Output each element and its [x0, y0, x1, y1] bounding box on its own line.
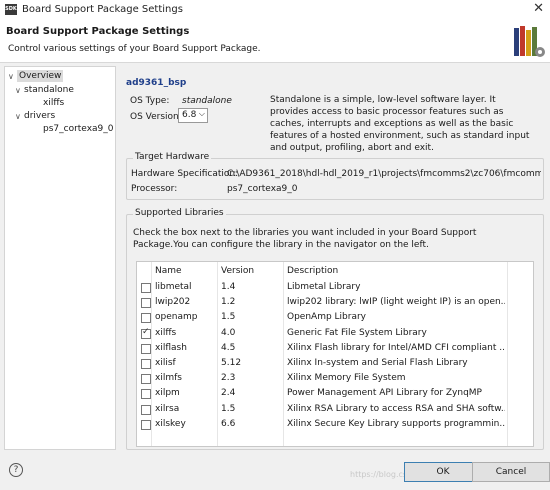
- column-header-version[interactable]: Version: [221, 266, 254, 276]
- library-name: openamp: [155, 312, 198, 323]
- library-description: Libmetal Library: [287, 282, 361, 292]
- library-version: 2.3: [221, 373, 236, 384]
- tree-item-drivers[interactable]: drivers: [24, 111, 55, 121]
- library-version: 1.5: [221, 312, 236, 323]
- hardware-spec-label: Hardware Specification:: [131, 169, 239, 179]
- processor-value: ps7_cortexa9_0: [227, 184, 298, 194]
- os-description: Standalone is a simple, low-level softwa…: [270, 95, 530, 153]
- library-name: xilffs: [155, 327, 177, 338]
- library-name: xilpm: [155, 388, 180, 399]
- checkmark-icon: ✓: [142, 326, 150, 337]
- checkbox-icon[interactable]: [141, 298, 151, 309]
- close-icon[interactable]: ✕: [533, 1, 544, 16]
- dialog-header: Board Support Package Settings Control v…: [0, 20, 550, 63]
- library-description: Xilinx Flash library for Intel/AMD CFI c…: [287, 342, 505, 353]
- tree-item-label: xilffs: [43, 98, 65, 108]
- books-icon: [514, 26, 545, 57]
- group-title: Supported Libraries: [133, 208, 226, 218]
- library-version: 1.4: [221, 282, 236, 292]
- tree-item-standalone[interactable]: standalone: [24, 85, 74, 95]
- tree-item-ps7-cortexa9-0[interactable]: ps7_cortexa9_0: [43, 124, 113, 134]
- table-row[interactable]: ✓ xilffs 4.0 Generic Fat File System Librar…: [137, 327, 533, 341]
- header-description: Control various settings of your Board S…: [8, 44, 261, 54]
- table-row[interactable]: openamp 1.5 OpenAmp Library: [137, 311, 533, 325]
- library-name: xilflash: [155, 342, 187, 353]
- chevron-down-icon[interactable]: ∨: [15, 86, 21, 95]
- os-version-label: OS Version:: [130, 112, 182, 122]
- library-version: 2.4: [221, 388, 236, 399]
- library-name: lwip202: [155, 297, 191, 308]
- table-row[interactable]: xilmfs 2.3 Xilinx Memory File System: [137, 372, 533, 386]
- library-description: OpenAmp Library: [287, 312, 367, 323]
- library-description: Xilinx Memory File System: [287, 373, 406, 384]
- library-version: 1.5: [221, 403, 236, 414]
- header-title: Board Support Package Settings: [6, 26, 190, 37]
- checkbox-icon[interactable]: [141, 343, 151, 354]
- table-row[interactable]: xilpm 2.4 Power Management API Library for…: [137, 387, 533, 401]
- chevron-down-icon[interactable]: ∨: [8, 72, 14, 81]
- library-version: 1.2: [221, 297, 236, 308]
- tree-item-xilffs[interactable]: xilffs: [43, 98, 64, 108]
- tree-item-label: standalone: [24, 85, 74, 95]
- bsp-name: ad9361_bsp: [126, 78, 187, 88]
- checkbox-icon[interactable]: [141, 374, 151, 385]
- checkbox-icon[interactable]: [141, 313, 151, 324]
- column-header-description[interactable]: Description: [287, 266, 338, 276]
- library-version: 5.12: [221, 358, 242, 368]
- os-version-value: 6.8: [182, 110, 197, 120]
- target-hardware-group: Target Hardware Hardware Specification: …: [126, 152, 544, 200]
- table-row[interactable]: lwip202 1.2 lwip202 library: lwIP (light w…: [137, 296, 533, 310]
- library-description: Power Management API Library for ZynqMP: [287, 388, 482, 399]
- processor-label: Processor:: [131, 184, 178, 194]
- tree-item-overview[interactable]: Overview: [17, 70, 64, 82]
- tree-item-label: Overview: [19, 71, 62, 81]
- chevron-down-icon[interactable]: ∨: [15, 112, 21, 121]
- tree-item-label: drivers: [24, 111, 56, 121]
- chevron-down-icon: ⌵: [198, 109, 205, 118]
- sdk-app-icon: SDK: [5, 4, 17, 15]
- table-row[interactable]: xilskey 6.6 Xilinx Secure Key Library supp…: [137, 418, 533, 432]
- library-description: Xilinx Secure Key Library supports progr…: [287, 418, 505, 429]
- library-description: Generic Fat File System Library: [287, 327, 427, 338]
- os-type-label: OS Type:: [130, 96, 170, 106]
- os-type-value: standalone: [182, 96, 232, 106]
- help-icon[interactable]: ?: [9, 463, 23, 477]
- overview-panel: ad9361_bsp OS Type: standalone OS Versio…: [122, 66, 546, 450]
- title-bar: SDK Board Support Package Settings ✕: [0, 0, 550, 20]
- library-name: libmetal: [155, 282, 192, 292]
- table-row[interactable]: xilflash 4.5 Xilinx Flash library for Inte…: [137, 342, 533, 356]
- checkbox-icon[interactable]: [141, 389, 151, 400]
- navigator-tree: ∨ Overview ∨ standalone xilffs ∨ drivers…: [4, 66, 116, 450]
- column-header-name[interactable]: Name: [155, 266, 182, 276]
- checkbox-icon[interactable]: [141, 283, 151, 293]
- ok-button[interactable]: OK: [404, 462, 482, 482]
- library-description: lwip202 library: lwIP (light weight IP) …: [287, 297, 505, 308]
- checkbox-icon[interactable]: [141, 359, 151, 369]
- library-name: xilrsa: [155, 403, 180, 414]
- checkbox-icon[interactable]: [141, 419, 151, 430]
- library-version: 4.0: [221, 327, 236, 338]
- group-title: Target Hardware: [133, 152, 212, 162]
- table-row[interactable]: xilisf 5.12 Xilinx In-system and Serial Fl…: [137, 357, 533, 371]
- libraries-table: Name Version Description libmetal 1.4 Libm…: [136, 261, 534, 447]
- library-name: xilskey: [155, 418, 186, 429]
- checkbox-icon[interactable]: ✓: [141, 326, 151, 339]
- hardware-spec-value: C:\AD9361_2018\hdl-hdl_2019_r1\projects\…: [227, 169, 541, 179]
- table-row[interactable]: xilrsa 1.5 Xilinx RSA Library to access RS…: [137, 403, 533, 417]
- library-version: 4.5: [221, 342, 236, 353]
- library-name: xilisf: [155, 358, 176, 368]
- libraries-instructions: Check the box next to the libraries you …: [133, 228, 477, 250]
- cancel-button[interactable]: Cancel: [472, 462, 550, 482]
- library-description: Xilinx In-system and Serial Flash Librar…: [287, 358, 468, 368]
- library-name: xilmfs: [155, 373, 182, 384]
- window-title: Board Support Package Settings: [22, 4, 183, 15]
- tree-item-label: ps7_cortexa9_0: [43, 124, 114, 134]
- library-version: 6.6: [221, 418, 236, 429]
- checkbox-icon[interactable]: [141, 404, 151, 415]
- library-description: Xilinx RSA Library to access RSA and SHA…: [287, 403, 505, 414]
- table-row[interactable]: libmetal 1.4 Libmetal Library: [137, 281, 533, 295]
- os-version-select[interactable]: 6.8 ⌵: [178, 108, 208, 123]
